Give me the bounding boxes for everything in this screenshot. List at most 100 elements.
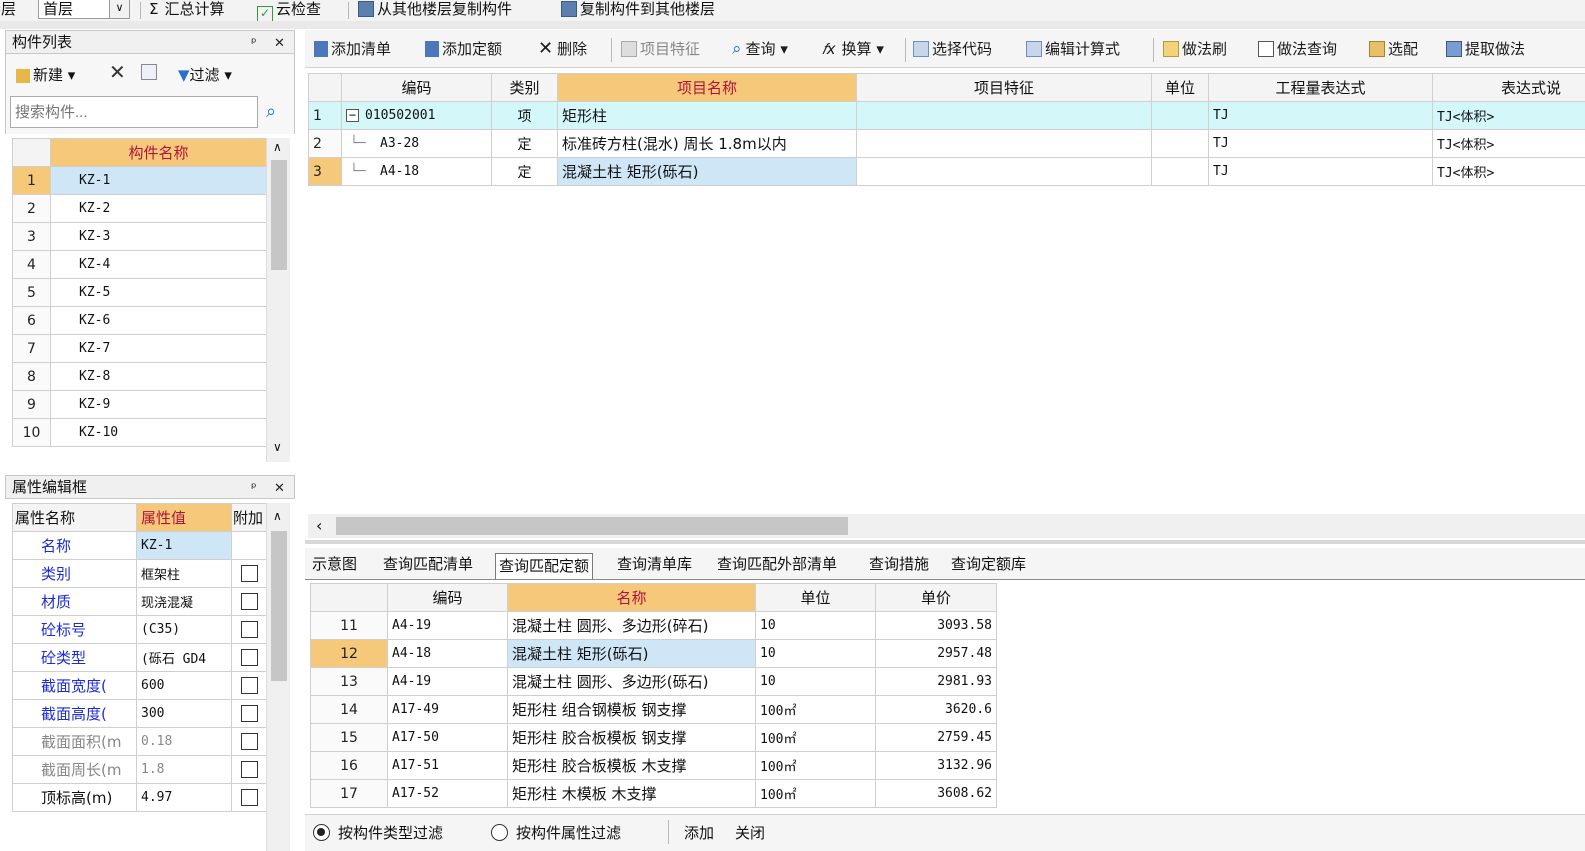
method-row[interactable]: 2 └─ A3-28 定标准砖方柱(混水) 周长 1.8m以内 TJ TJ<体积> [308,129,1585,158]
extract-method-button[interactable]: 提取做法 [1446,36,1525,62]
component-name[interactable]: KZ-1 [50,166,267,195]
quota-name[interactable]: 矩形柱 木模板 木支撑 [507,779,756,808]
delete-icon[interactable]: ✕ [109,60,126,84]
method-brush-button[interactable]: 做法刷 [1163,36,1227,62]
component-row[interactable]: 8 KZ-8 [12,362,267,391]
scrollbar-thumb[interactable] [336,517,848,535]
item-code[interactable]: −010502001 [341,101,492,130]
query-button[interactable]: ⌕ 查询 ▾ [732,36,788,62]
item-feature[interactable] [856,129,1152,158]
property-extra[interactable] [231,727,267,756]
component-row[interactable]: 2 KZ-2 [12,194,267,223]
component-name[interactable]: KZ-5 [50,278,267,307]
property-extra[interactable] [231,643,267,672]
filter-button[interactable]: ▼过滤 ▾ [178,64,232,85]
main-horizontal-scrollbar[interactable]: ‹ [308,514,1585,538]
tab-measures[interactable]: 查询措施 [869,552,929,578]
property-value[interactable]: 现浇混凝 [136,587,232,616]
chevron-left-icon[interactable]: ‹ [316,516,322,535]
property-row[interactable]: 截面宽度(600 [12,671,267,700]
add-button[interactable]: 添加 [684,822,714,843]
checkbox[interactable] [240,761,258,778]
item-feature-button[interactable]: 项目特征 [621,36,700,62]
item-feature[interactable] [856,157,1152,186]
quantity-expr[interactable]: TJ [1208,129,1433,158]
tab-match-quota[interactable]: 查询匹配定额 [495,553,594,579]
checkbox[interactable] [240,705,258,722]
copy-component-icon[interactable] [141,64,160,81]
delete-button[interactable]: ✕ 删除 [538,36,587,62]
quota-name[interactable]: 矩形柱 胶合板模板 木支撑 [507,751,756,780]
property-value[interactable]: 0.18 [136,727,232,756]
property-row[interactable]: 砼类型 (砾石 GD4 [12,643,267,672]
component-row[interactable]: 3 KZ-3 [12,222,267,251]
property-row[interactable]: 类别 框架柱 [12,559,267,588]
quota-name[interactable]: 混凝土柱 圆形、多边形(碎石) [507,611,756,640]
item-type[interactable]: 定 [491,157,558,186]
component-name[interactable]: KZ-4 [50,250,267,279]
checkbox[interactable] [240,733,258,750]
select-code-button[interactable]: 选择代码 [913,36,992,62]
component-name[interactable]: KZ-10 [50,418,267,447]
property-value[interactable]: 600 [136,671,232,700]
component-row[interactable]: 9 KZ-9 [12,390,267,419]
item-type[interactable]: 项 [491,101,558,130]
collapse-icon[interactable]: − [346,109,359,122]
component-row[interactable]: 6 KZ-6 [12,306,267,335]
item-type[interactable]: 定 [491,129,558,158]
quantity-expr[interactable]: TJ [1208,157,1433,186]
quota-code[interactable]: A4-19 [387,611,508,640]
quota-name[interactable]: 矩形柱 胶合板模板 钢支撑 [507,723,756,752]
close-icon[interactable]: ✕ [274,33,285,55]
property-row[interactable]: 截面周长(m 1.8 [12,755,267,784]
quota-row[interactable]: 16 A17-51 矩形柱 胶合板模板 木支撑 100㎡ 3132.96 [310,751,997,780]
component-row[interactable]: 5 KZ-5 [12,278,267,307]
cloud-check-button[interactable]: ✓ 云检查 [257,0,321,22]
tab-diagram[interactable]: 示意图 [312,552,357,578]
quantity-expr[interactable]: TJ [1208,101,1433,130]
quota-row[interactable]: 13 A4-19 混凝土柱 圆形、多边形(砾石) 10 2981.93 [310,667,997,696]
property-row[interactable]: 顶标高(m) 4.97 [12,783,267,812]
component-search-input[interactable] [10,96,258,128]
chevron-up-icon[interactable]: ∧ [273,509,282,523]
filter-by-attr-radio[interactable]: 按构件属性过滤 [491,822,621,843]
property-row[interactable]: 截面高度(300 [12,699,267,728]
checkbox[interactable] [240,649,258,666]
sum-calc-button[interactable]: Σ 汇总计算 [149,0,225,20]
property-extra[interactable] [231,783,267,812]
checkbox[interactable] [240,565,258,582]
property-extra[interactable] [231,559,267,588]
component-row[interactable]: 4 KZ-4 [12,250,267,279]
property-row[interactable]: 名称 KZ-1 [12,531,267,560]
component-name[interactable]: KZ-8 [50,362,267,391]
property-value[interactable]: KZ-1 [136,531,232,560]
item-unit[interactable] [1151,129,1209,158]
copy-to-floor-button[interactable]: 复制构件到其他楼层 [561,0,715,20]
add-list-button[interactable]: 添加清单 [314,36,391,62]
item-unit[interactable] [1151,157,1209,186]
tab-match-external-list[interactable]: 查询匹配外部清单 [717,552,837,578]
quota-row[interactable]: 11 A4-19 混凝土柱 圆形、多边形(碎石) 10 3093.58 [310,611,997,640]
property-value[interactable]: 1.8 [136,755,232,784]
edit-formula-button[interactable]: 编辑计算式 [1026,36,1120,62]
property-panel-scrollbar[interactable]: ∧ [266,503,290,851]
property-value[interactable]: (砾石 GD4 [136,643,232,672]
method-query-button[interactable]: 做法查询 [1258,36,1337,62]
quota-row[interactable]: 12 A4-18 混凝土柱 矩形(砾石) 10 2957.48 [310,639,997,668]
quota-row[interactable]: 14 A17-49 矩形柱 组合钢模板 钢支撑 100㎡ 3620.6 [310,695,997,724]
quota-code[interactable]: A17-51 [387,751,508,780]
item-name[interactable]: 矩形柱 [557,101,857,130]
component-name[interactable]: KZ-9 [50,390,267,419]
property-row[interactable]: 砼标号 (C35) [12,615,267,644]
property-value[interactable]: 框架柱 [136,559,232,588]
property-value[interactable]: (C35) [136,615,232,644]
tab-list-library[interactable]: 查询清单库 [617,552,692,578]
item-code[interactable]: └─ A4-18 [341,157,492,186]
method-row[interactable]: 3 └─ A4-18 定混凝土柱 矩形(砾石) TJ TJ<体积> [308,157,1585,186]
property-value[interactable]: 4.97 [136,783,232,812]
component-name[interactable]: KZ-2 [50,194,267,223]
quota-code[interactable]: A17-50 [387,723,508,752]
checkbox[interactable] [240,789,258,806]
item-code[interactable]: └─ A3-28 [341,129,492,158]
chevron-up-icon[interactable]: ∧ [273,140,282,154]
